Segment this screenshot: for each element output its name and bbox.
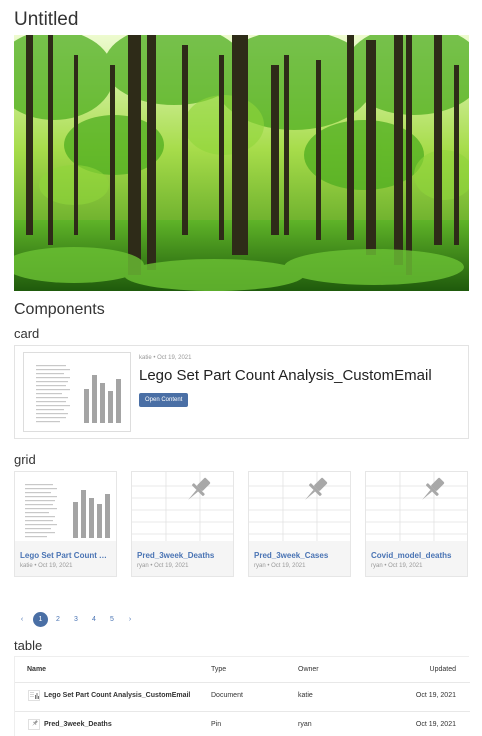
grid-tile-meta: ryan • Oct 19, 2021 (371, 563, 423, 569)
pin-icon (28, 719, 40, 730)
grid-tile[interactable]: Covid_model_deaths ryan • Oct 19, 2021 (365, 471, 468, 577)
pager-page-1[interactable]: 1 (33, 612, 48, 627)
pager-page-3[interactable]: 3 (71, 612, 81, 627)
document-icon (28, 690, 40, 701)
open-content-button[interactable]: Open Content (139, 393, 189, 407)
col-header-updated[interactable]: Updated (430, 666, 456, 673)
pager-page-5[interactable]: 5 (107, 612, 117, 627)
components-heading: Components (14, 301, 105, 318)
row-name[interactable]: Pred_3week_Deaths (44, 721, 112, 728)
row-updated: Oct 19, 2021 (415, 721, 456, 728)
card-section-label: card (14, 326, 40, 341)
grid-tile-meta: ryan • Oct 19, 2021 (254, 563, 306, 569)
content-card[interactable]: katie • Oct 19, 2021 Lego Set Part Count… (14, 345, 469, 439)
card-thumbnail (23, 352, 131, 432)
grid-tile-meta: ryan • Oct 19, 2021 (137, 563, 189, 569)
card-meta: katie • Oct 19, 2021 (139, 355, 192, 361)
row-owner: katie (298, 692, 313, 699)
row-type: Pin (211, 721, 222, 728)
grid-tile[interactable]: Pred_3week_Deaths ryan • Oct 19, 2021 (131, 471, 234, 577)
pin-icon (366, 472, 467, 541)
pin-icon (249, 472, 350, 541)
pager-page-4[interactable]: 4 (89, 612, 99, 627)
grid-tile[interactable]: Lego Set Part Count Analysis_CustomEmail… (14, 471, 117, 577)
row-name[interactable]: Lego Set Part Count Analysis_CustomEmail (44, 692, 190, 699)
col-header-type[interactable]: Type (211, 666, 226, 673)
page-title: Untitled (14, 9, 79, 30)
grid-section-label: grid (14, 452, 36, 467)
col-header-owner[interactable]: Owner (298, 666, 319, 673)
grid-tile-meta: katie • Oct 19, 2021 (20, 563, 73, 569)
hero-image-forest (14, 35, 469, 291)
report-thumbnail (15, 472, 116, 541)
col-header-name[interactable]: Name (27, 666, 46, 673)
content-table: Name Type Owner Updated Lego Set Part Co… (14, 656, 470, 736)
table-section-label: table (14, 638, 43, 653)
row-type: Document (211, 692, 243, 699)
grid-tile-name[interactable]: Lego Set Part Count Analysis_CustomEmail (20, 551, 112, 560)
card-title[interactable]: Lego Set Part Count Analysis_CustomEmail (139, 367, 432, 384)
row-owner: ryan (298, 721, 312, 728)
grid-tile-name[interactable]: Covid_model_deaths (371, 551, 463, 560)
row-updated: Oct 19, 2021 (415, 692, 456, 699)
pager-next-icon[interactable]: › (125, 612, 135, 627)
pager-prev-icon[interactable]: ‹ (17, 612, 27, 627)
grid-tile-name[interactable]: Pred_3week_Cases (254, 551, 346, 560)
grid-tile-name[interactable]: Pred_3week_Deaths (137, 551, 229, 560)
pin-icon (132, 472, 233, 541)
grid-tile[interactable]: Pred_3week_Cases ryan • Oct 19, 2021 (248, 471, 351, 577)
pager-page-2[interactable]: 2 (53, 612, 63, 627)
